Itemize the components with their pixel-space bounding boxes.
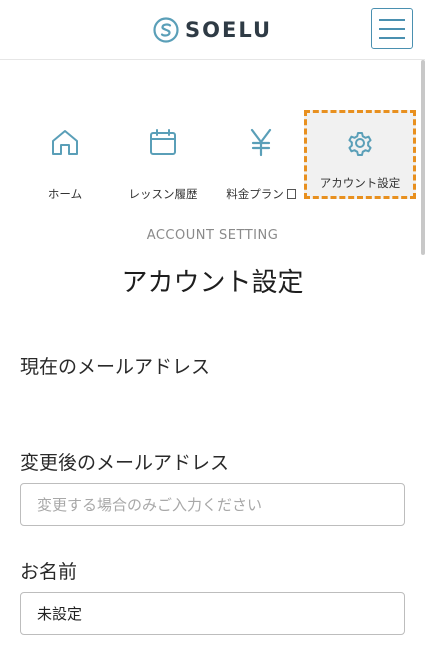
- nav-item-account-setting[interactable]: アカウント設定: [304, 110, 416, 199]
- logo-text: SOELU: [185, 18, 273, 42]
- section-subtitle: ACCOUNT SETTING: [146, 228, 279, 243]
- home-icon: [52, 130, 78, 155]
- new-email-field[interactable]: [20, 483, 405, 526]
- account-nav: ホーム レッスン履歴 料金プラン アカウント設定: [15, 100, 416, 201]
- nav-item-pricing-plan[interactable]: 料金プラン: [211, 112, 311, 201]
- name-field[interactable]: [20, 592, 405, 635]
- missing-glyph-box: [286, 189, 296, 199]
- nav-item-lesson-history[interactable]: レッスン履歴: [113, 112, 213, 201]
- current-email-label: 現在のメールアドレス: [20, 356, 211, 378]
- site-logo[interactable]: SOELU: [153, 15, 272, 45]
- nav-item-label: ホーム: [47, 187, 83, 201]
- nav-item-label: アカウント設定: [319, 176, 401, 190]
- new-email-label: 変更後のメールアドレス: [20, 452, 230, 474]
- nav-item-label: レッスン履歴: [128, 187, 198, 201]
- nav-item-label: 料金プラン: [211, 186, 311, 202]
- page-title: アカウント設定: [121, 268, 304, 298]
- yen-icon: [250, 128, 272, 157]
- site-header: SOELU: [0, 0, 425, 60]
- menu-button[interactable]: [371, 8, 413, 49]
- calendar-icon: [150, 129, 176, 155]
- gear-icon: [348, 132, 372, 156]
- nav-item-home[interactable]: ホーム: [15, 112, 115, 201]
- scrollbar[interactable]: [421, 60, 425, 255]
- name-label: お名前: [20, 561, 78, 583]
- soelu-logo-icon: [153, 17, 179, 43]
